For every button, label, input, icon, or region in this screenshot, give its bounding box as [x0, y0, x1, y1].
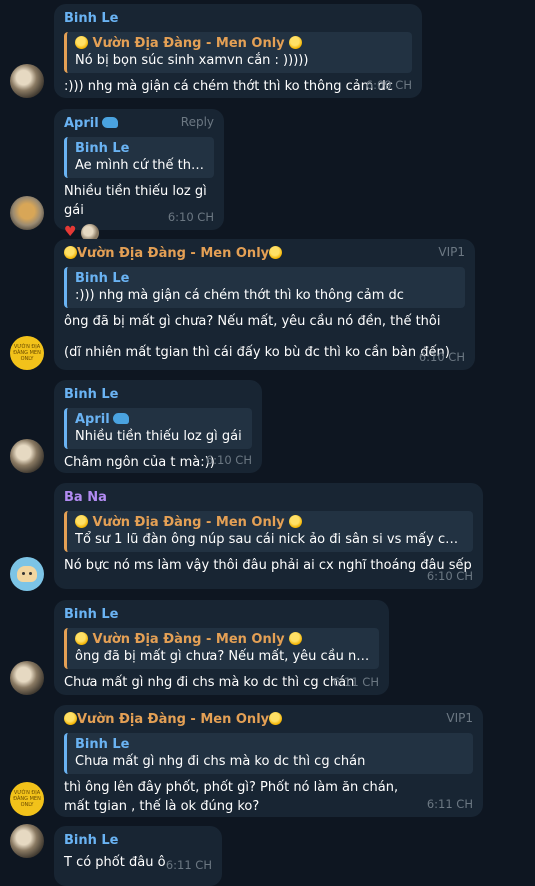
avatar[interactable]: [10, 439, 44, 473]
avatar[interactable]: VƯỜN ĐỊA ĐÀNG MEN ONLY: [10, 336, 44, 370]
reply-name: Binh Le: [75, 271, 130, 286]
sender-name[interactable]: Vườn Địa Đàng - Men Only: [64, 245, 465, 262]
reply-quote[interactable]: Binh Le :))) nhg mà giận cá chém thớt th…: [64, 267, 465, 308]
message-bubble[interactable]: April Reply Binh Le Ae mình cứ thế thôi:…: [54, 109, 224, 242]
chick-emoji-icon: [75, 515, 88, 528]
message-time: 6:09 CH: [365, 78, 412, 92]
reply-name: Binh Le: [75, 141, 130, 156]
avatar[interactable]: [10, 824, 44, 858]
message-bubble[interactable]: Binh Le T có phốt đâu ô 6:11 CH: [54, 826, 222, 886]
reply-quote[interactable]: Vườn Địa Đàng - Men Only ông đã bị mất g…: [64, 628, 379, 669]
message-time: 6:10 CH: [205, 453, 252, 467]
reply-quote[interactable]: Vườn Địa Đàng - Men Only Nó bị bọn súc s…: [64, 32, 412, 73]
avatar[interactable]: [10, 196, 44, 230]
message-text: ông đã bị mất gì chưa? Nếu mất, yêu cầu …: [64, 314, 441, 329]
reply-quote[interactable]: Binh Le Chưa mất gì nhg đi chs mà ko dc …: [64, 733, 473, 774]
chick-emoji-icon: [75, 36, 88, 49]
message-bubble[interactable]: Vườn Địa Đàng - Men Only VIP1 Binh Le :)…: [54, 239, 475, 370]
reply-text: Nó bị bọn súc sinh xamvn cắn : ))))): [75, 53, 309, 68]
message-bubble[interactable]: Binh Le Vườn Địa Đàng - Men Only ông đã …: [54, 600, 389, 695]
sender-name[interactable]: Vườn Địa Đàng - Men Only: [64, 711, 473, 728]
chick-emoji-icon: [289, 515, 303, 528]
avatar[interactable]: [10, 64, 44, 98]
chick-emoji-icon: [64, 712, 77, 725]
reply-text: ông đã bị mất gì chưa? Nếu mất, yêu cầu …: [75, 649, 371, 664]
message-time: 6:10 CH: [418, 350, 465, 364]
reply-text: Ae mình cứ thế thôi:)): [75, 158, 206, 173]
message-time: 6:11 CH: [332, 675, 379, 689]
vip-badge: VIP1: [438, 245, 465, 259]
reply-label[interactable]: Reply: [181, 115, 214, 129]
avatar[interactable]: VƯỜN ĐỊA ĐÀNG MEN ONLY: [10, 782, 44, 816]
reply-name: Binh Le: [75, 737, 130, 752]
reply-name: April: [75, 411, 244, 428]
sender-name[interactable]: Binh Le: [64, 386, 252, 403]
chick-emoji-icon: [269, 712, 283, 725]
message-bubble[interactable]: Binh Le April Nhiều tiền thiếu loz gì gá…: [54, 380, 262, 473]
reply-text: :))) nhg mà giận cá chém thớt thì ko thô…: [75, 288, 404, 303]
message-text: thì ông lên đây phốt, phốt gì? Phốt nó l…: [64, 780, 399, 814]
message-bubble[interactable]: Vườn Địa Đàng - Men Only VIP1 Binh Le Ch…: [54, 705, 483, 817]
sender-name[interactable]: Binh Le: [64, 832, 212, 849]
message-text: :))) nhg mà giận cá chém thớt thì ko thô…: [64, 79, 393, 94]
message-bubble[interactable]: Binh Le Vườn Địa Đàng - Men Only Nó bị b…: [54, 4, 422, 98]
cartoon-face-icon: [17, 566, 37, 582]
sender-name[interactable]: Binh Le: [64, 606, 379, 623]
reply-text: Tổ sư 1 lũ đàn ông núp sau cái nick ảo đ…: [75, 532, 465, 547]
sender-name[interactable]: Ba Na: [64, 489, 473, 506]
message-bubble[interactable]: Ba Na Vườn Địa Đàng - Men Only Tổ sư 1 l…: [54, 483, 483, 589]
reply-name: Vườn Địa Đàng - Men Only: [75, 514, 465, 531]
message-text: Nó bực nó ms làm vậy thôi đâu phải ai cx…: [64, 558, 472, 573]
chick-emoji-icon: [75, 632, 88, 645]
chick-emoji-icon: [64, 246, 77, 259]
reply-quote[interactable]: Vườn Địa Đàng - Men Only Tổ sư 1 lũ đàn …: [64, 511, 473, 552]
message-text: Chưa mất gì nhg đi chs mà ko dc thì cg c…: [64, 675, 355, 690]
reply-text: Chưa mất gì nhg đi chs mà ko dc thì cg c…: [75, 754, 366, 769]
whale-emoji-icon: [101, 117, 118, 128]
reply-quote[interactable]: April Nhiều tiền thiếu loz gì gái: [64, 408, 252, 449]
reply-name: Vườn Địa Đàng - Men Only: [75, 35, 404, 52]
reply-name: Vườn Địa Đàng - Men Only: [75, 631, 371, 648]
message-time: 6:10 CH: [167, 210, 214, 224]
sender-name[interactable]: Binh Le: [64, 10, 412, 27]
message-time: 6:11 CH: [426, 797, 473, 811]
reply-text: Nhiều tiền thiếu loz gì gái: [75, 429, 242, 444]
message-time: 6:10 CH: [426, 569, 473, 583]
whale-emoji-icon: [112, 413, 129, 424]
chick-emoji-icon: [289, 36, 303, 49]
avatar[interactable]: [10, 661, 44, 695]
reply-quote[interactable]: Binh Le Ae mình cứ thế thôi:)): [64, 137, 214, 178]
message-text: (dĩ nhiên mất tgian thì cái đấy ko bù đc…: [64, 345, 450, 360]
chick-emoji-icon: [269, 246, 283, 259]
vip-badge: VIP1: [446, 711, 473, 725]
avatar[interactable]: [10, 557, 44, 591]
chick-emoji-icon: [289, 632, 303, 645]
